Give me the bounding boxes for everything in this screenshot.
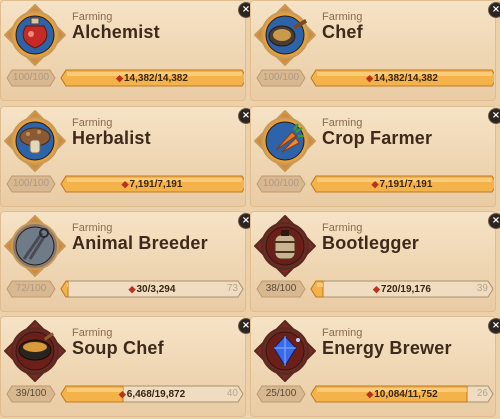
level-text: 39/100 — [15, 388, 47, 399]
progress-row: 25/100 ◆10,084/11,752 26 — [256, 385, 494, 403]
progress-row: 72/100 ◆30/3,294 73 — [6, 280, 244, 298]
progress-row: 100/100 ◆14,382/14,382 — [256, 69, 494, 87]
skill-name: Energy Brewer — [322, 338, 452, 358]
xp-value: 30/3,294 — [136, 284, 176, 295]
skill-card[interactable]: Farming Crop Farmer 100/100 ◆7,191/7,191 — [250, 106, 496, 207]
xp-value: 14,382/14,382 — [123, 73, 188, 84]
skill-card[interactable]: Farming Bootlegger 38/100 ◆720/19,176 39 — [250, 211, 496, 312]
xp-text: ◆30/3,294 — [60, 280, 244, 298]
skill-name: Crop Farmer — [322, 128, 433, 148]
level-text: 25/100 — [265, 388, 297, 399]
skill-card[interactable]: Farming Animal Breeder 72/100 ◆30/3,294 … — [0, 211, 246, 312]
next-level: 39 — [476, 283, 488, 294]
skill-name: Bootlegger — [322, 233, 420, 253]
skill-name: Chef — [322, 22, 363, 42]
xp-text: ◆14,382/14,382 — [60, 69, 244, 87]
progress-row: 39/100 ◆6,468/19,872 40 — [6, 385, 244, 403]
skill-name: Soup Chef — [72, 338, 164, 358]
gem-icon: ◆ — [121, 179, 129, 189]
xp-text: ◆14,382/14,382 — [310, 69, 494, 87]
level-text: 72/100 — [15, 283, 47, 294]
xp-text: ◆720/19,176 — [310, 280, 494, 298]
xp-text: ◆7,191/7,191 — [60, 175, 244, 193]
skill-name: Herbalist — [72, 128, 151, 148]
progress-row: 100/100 ◆7,191/7,191 — [256, 175, 494, 193]
xp-value: 14,382/14,382 — [373, 73, 438, 84]
next-level: 40 — [226, 388, 238, 399]
progress-row: 100/100 ◆7,191/7,191 — [6, 175, 244, 193]
xp-text: ◆7,191/7,191 — [310, 175, 494, 193]
xp-text: ◆10,084/11,752 — [310, 385, 494, 403]
level-text: 38/100 — [265, 283, 297, 294]
skill-badge — [4, 110, 66, 172]
gem-icon: ◆ — [366, 389, 374, 399]
close-icon[interactable]: × — [489, 109, 500, 123]
skill-card[interactable]: Farming Soup Chef 39/100 ◆6,468/19,872 4… — [0, 316, 246, 417]
gem-icon: ◆ — [116, 73, 123, 83]
gem-icon: ◆ — [373, 284, 380, 294]
level-text: 100/100 — [262, 178, 300, 189]
xp-value: 7,191/7,191 — [379, 179, 433, 190]
skill-card[interactable]: Farming Alchemist 100/100 ◆14,382/14,382 — [0, 0, 246, 101]
gem-icon: ◆ — [371, 179, 379, 189]
skill-badge — [254, 4, 316, 66]
skill-badge — [254, 110, 316, 172]
xp-value: 720/19,176 — [380, 284, 431, 295]
skills-grid: Farming Alchemist 100/100 ◆14,382/14,382… — [0, 0, 500, 419]
level-text: 100/100 — [12, 178, 50, 189]
skill-badge — [4, 320, 66, 382]
level-text: 100/100 — [262, 72, 300, 83]
skill-badge — [4, 4, 66, 66]
close-icon[interactable]: × — [489, 3, 500, 17]
xp-text: ◆6,468/19,872 — [60, 385, 244, 403]
progress-row: 38/100 ◆720/19,176 39 — [256, 280, 494, 298]
level-text: 100/100 — [12, 72, 50, 83]
next-level: 73 — [226, 283, 238, 294]
xp-value: 10,084/11,752 — [374, 389, 438, 400]
next-level: 26 — [476, 388, 488, 399]
gem-icon: ◆ — [366, 73, 373, 83]
skill-badge — [254, 320, 316, 382]
skill-badge — [254, 215, 316, 277]
skill-name: Alchemist — [72, 22, 160, 42]
close-icon[interactable]: × — [489, 214, 500, 228]
xp-value: 7,191/7,191 — [129, 179, 183, 190]
skill-name: Animal Breeder — [72, 233, 208, 253]
gem-icon: ◆ — [118, 389, 126, 399]
close-icon[interactable]: × — [489, 319, 500, 333]
skill-card[interactable]: Farming Energy Brewer 25/100 ◆10,084/11,… — [250, 316, 496, 417]
gem-icon: ◆ — [128, 284, 136, 294]
xp-value: 6,468/19,872 — [126, 389, 186, 400]
skill-card[interactable]: Farming Herbalist 100/100 ◆7,191/7,191 — [0, 106, 246, 207]
skill-badge — [4, 215, 66, 277]
skill-card[interactable]: Farming Chef 100/100 ◆14,382/14,382 — [250, 0, 496, 101]
progress-row: 100/100 ◆14,382/14,382 — [6, 69, 244, 87]
